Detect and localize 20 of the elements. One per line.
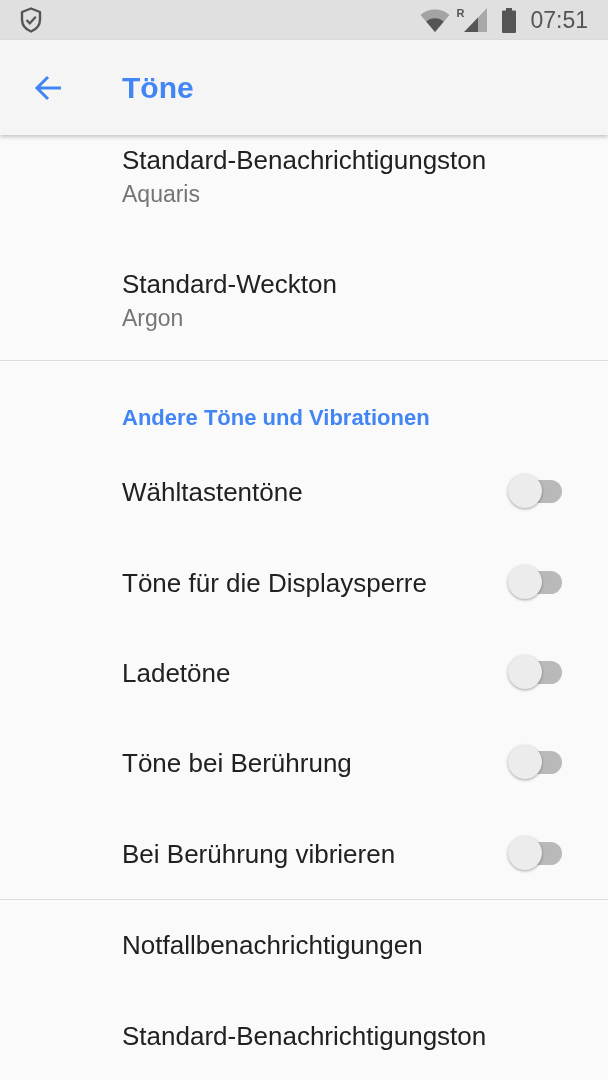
setting-title[interactable]: Töne bei Berührung bbox=[122, 747, 506, 780]
page-title: Töne bbox=[122, 69, 194, 106]
setting-title[interactable]: Ladetöne bbox=[122, 656, 506, 689]
setting-title[interactable]: Standard-Benachrichtigungston bbox=[122, 1019, 562, 1052]
roaming-indicator: R bbox=[456, 7, 465, 19]
setting-title[interactable]: Bei Berührung vibrieren bbox=[122, 837, 506, 870]
setting-title[interactable]: Töne für die Displaysperre bbox=[122, 566, 506, 599]
setting-value: Aquaris bbox=[122, 180, 201, 208]
setting-title[interactable]: Standard-Benachrichtigungston bbox=[122, 144, 562, 176]
section-header: Andere Töne und Vibrationen bbox=[122, 405, 430, 430]
clock-time: 07:51 bbox=[530, 6, 588, 34]
setting-title[interactable]: Notfallbenachrichtigungen bbox=[122, 929, 562, 962]
back-arrow-icon[interactable] bbox=[34, 74, 62, 101]
setting-title[interactable]: Wähltastentöne bbox=[122, 476, 506, 509]
setting-value: Argon bbox=[122, 304, 185, 332]
wifi-icon bbox=[420, 8, 451, 32]
battery-icon bbox=[502, 7, 517, 33]
signal-icon bbox=[464, 8, 488, 32]
setting-title[interactable]: Standard-Weckton bbox=[122, 268, 562, 300]
shield-check-icon bbox=[20, 7, 42, 33]
